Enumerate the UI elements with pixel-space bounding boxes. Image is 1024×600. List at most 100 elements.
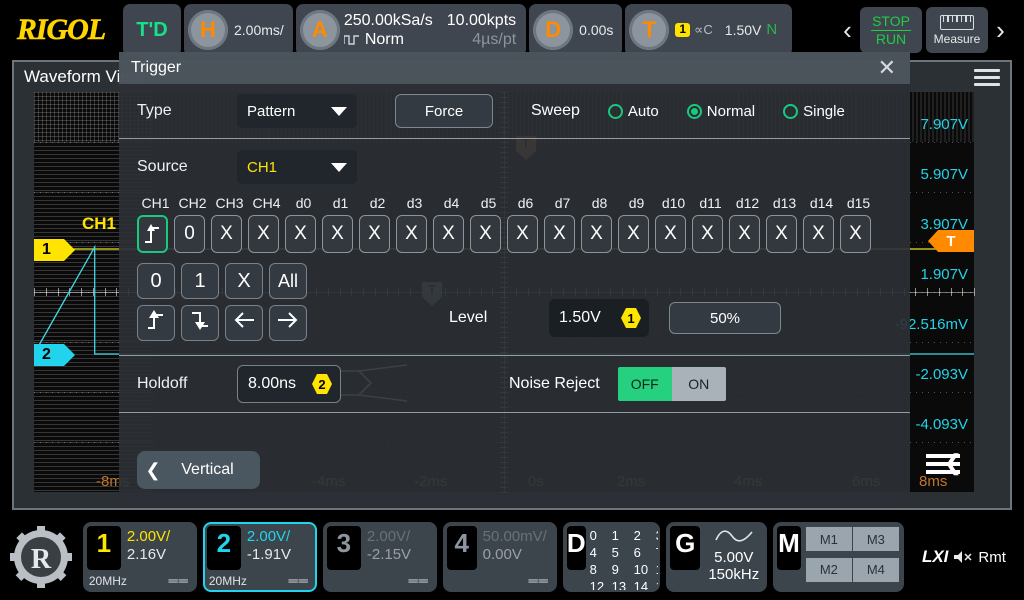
pattern-cell-d11[interactable]: X: [692, 215, 723, 253]
channel-tag-1[interactable]: 1: [34, 239, 64, 261]
pattern-cell-d9[interactable]: X: [618, 215, 649, 253]
stop-run-button[interactable]: STOP RUN: [860, 7, 922, 53]
pattern-cell-d2[interactable]: X: [359, 215, 390, 253]
rigol-logo: RIGOL: [2, 7, 120, 53]
noise-reject-on-option[interactable]: ON: [672, 367, 726, 401]
pattern-label-d11: d11: [692, 195, 729, 211]
force-button[interactable]: Force: [395, 94, 493, 128]
speaker-mute-icon[interactable]: [953, 549, 973, 565]
trigger-type-dropdown[interactable]: Pattern: [237, 94, 357, 128]
pattern-label-d0: d0: [285, 195, 322, 211]
generator-body: 5.00V 150kHz: [702, 524, 765, 590]
time-per-point: 4µs/pt: [447, 30, 516, 49]
keypad-x-button[interactable]: X: [225, 263, 263, 299]
math-item-m4[interactable]: M4: [853, 558, 899, 582]
math-item-m1[interactable]: M1: [806, 527, 852, 551]
waveform-menu-icon[interactable]: [974, 65, 1000, 90]
radio-normal-icon: [687, 104, 702, 119]
channel-card-4[interactable]: 450.00mV/0.00V══: [443, 522, 557, 592]
pattern-grid: CH1CH2CH3CH4d0d1d2d3d4d5d6d7d8d9d10d11d1…: [119, 195, 910, 253]
channel-2-badge: 2: [207, 526, 241, 570]
channel-4-offset: 0.00V: [483, 546, 547, 564]
divider-2: [119, 355, 910, 356]
sweep-option-normal[interactable]: Normal: [687, 103, 755, 120]
pattern-cell-d12[interactable]: X: [729, 215, 760, 253]
sweep-option-single[interactable]: Single: [783, 103, 845, 120]
trigger-source-dropdown[interactable]: CH1: [237, 150, 357, 184]
pattern-label-d8: d8: [581, 195, 618, 211]
level-50-percent-button[interactable]: 50%: [669, 302, 781, 334]
pattern-cell-d14[interactable]: X: [803, 215, 834, 253]
math-card[interactable]: M M1M3M2M4: [773, 522, 904, 592]
pattern-cell-CH1[interactable]: [137, 215, 168, 253]
ch1-name-label: CH1: [82, 214, 116, 234]
math-item-m3[interactable]: M3: [853, 527, 899, 551]
digital-channel-card[interactable]: D 0123456789101112131415: [563, 522, 660, 592]
channel-card-2[interactable]: 22.00V/-1.91V20MHz══: [203, 522, 317, 592]
type-row: Type Pattern Force Sweep Auto Normal Sin…: [119, 84, 910, 138]
keypad-rising-edge-button[interactable]: [137, 305, 175, 341]
pattern-label-d5: d5: [470, 195, 507, 211]
trigger-settings[interactable]: T 1 ∝C 1.50V N: [625, 4, 792, 56]
keypad-1-button[interactable]: 1: [181, 263, 219, 299]
noise-reject-toggle[interactable]: OFF ON: [618, 367, 726, 401]
trigger-level-letter: T: [946, 233, 955, 250]
pattern-cell-d0[interactable]: X: [285, 215, 316, 253]
close-icon[interactable]: ✕: [878, 57, 896, 79]
digital-bit-10: 10: [634, 561, 656, 578]
pattern-cell-CH4[interactable]: X: [248, 215, 279, 253]
pattern-cell-d7[interactable]: X: [544, 215, 575, 253]
sweep-option-auto[interactable]: Auto: [608, 103, 659, 120]
math-item-m2[interactable]: M2: [806, 558, 852, 582]
pattern-cell-d10[interactable]: X: [655, 215, 686, 253]
horizontal-settings[interactable]: H 2.00ms/: [184, 4, 293, 56]
acquire-settings[interactable]: A 250.00kSa/s Norm 10.00kpts 4µs/pt: [296, 4, 526, 56]
source-row: Source CH1: [119, 139, 910, 195]
channel-tag-2[interactable]: 2: [34, 344, 64, 366]
keypad-falling-edge-button[interactable]: [181, 305, 219, 341]
pattern-cell-d6[interactable]: X: [507, 215, 538, 253]
pattern-cell-d5[interactable]: X: [470, 215, 501, 253]
measure-button[interactable]: Measure: [926, 7, 988, 53]
sine-wave-icon: [715, 528, 753, 544]
trigger-icon: T: [629, 10, 669, 50]
pattern-cell-CH2[interactable]: 0: [174, 215, 205, 253]
rigol-gear-logo[interactable]: R: [6, 520, 77, 594]
holdoff-input[interactable]: 8.00ns 2: [237, 365, 341, 403]
noise-reject-off-option[interactable]: OFF: [618, 367, 672, 401]
pattern-cell-d4[interactable]: X: [433, 215, 464, 253]
pattern-cell-d8[interactable]: X: [581, 215, 612, 253]
pattern-label-d13: d13: [766, 195, 803, 211]
delay-icon: D: [533, 10, 573, 50]
channel-3-scale: 2.00V/: [367, 528, 427, 546]
delay-settings[interactable]: D 0.00s: [529, 4, 622, 56]
pattern-label-d9: d9: [618, 195, 655, 211]
divider-1: [119, 138, 910, 139]
pattern-cell-d1[interactable]: X: [322, 215, 353, 253]
keypad-0-button[interactable]: 0: [137, 263, 175, 299]
horizontal-scale: 2.00ms/: [234, 22, 284, 38]
prev-arrow-icon[interactable]: ‹: [839, 15, 856, 46]
acq-mode-icon: [344, 33, 360, 46]
pattern-cell-CH3[interactable]: X: [211, 215, 242, 253]
keypad-arrow-left-button[interactable]: [225, 305, 263, 341]
next-arrow-icon[interactable]: ›: [992, 15, 1009, 46]
channel-3-coupling-icon: ══: [408, 573, 428, 588]
digital-bit-6: 6: [634, 544, 656, 561]
chevron-down-icon: [331, 107, 347, 116]
collapse-panel-icon[interactable]: ❮: [926, 450, 960, 478]
lxi-label: LXI: [922, 547, 948, 567]
trigger-level-input[interactable]: 1.50V 1: [549, 299, 649, 337]
generator-card[interactable]: G 5.00V 150kHz: [666, 522, 767, 592]
channel-card-3[interactable]: 32.00V/-2.15V══: [323, 522, 437, 592]
svg-text:R: R: [31, 544, 52, 575]
keypad-all-button[interactable]: All: [269, 263, 307, 299]
channel-card-1[interactable]: 12.00V/2.16V20MHz══: [83, 522, 197, 592]
pattern-cell-d13[interactable]: X: [766, 215, 797, 253]
keypad-arrow-right-button[interactable]: [269, 305, 307, 341]
trigger-state-indicator[interactable]: T'D: [123, 4, 181, 56]
level-percent-label: 50%: [710, 310, 740, 327]
pattern-cell-d3[interactable]: X: [396, 215, 427, 253]
vertical-button[interactable]: ❮ Vertical: [137, 451, 260, 489]
pattern-cell-d15[interactable]: X: [840, 215, 871, 253]
